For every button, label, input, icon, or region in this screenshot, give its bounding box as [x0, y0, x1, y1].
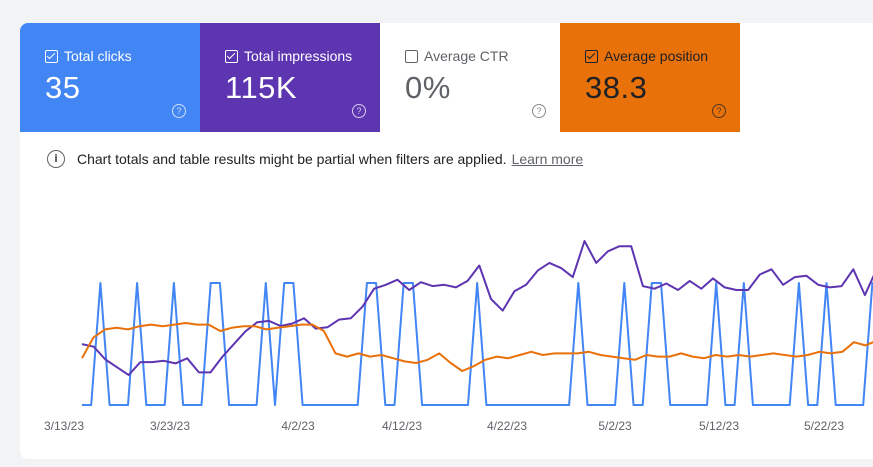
series-line-impressions: [81, 240, 873, 376]
performance-chart: 3/13/23 3/23/23 4/2/23 4/12/23 4/22/23 5/2/23…: [44, 240, 873, 433]
performance-card: Total clicks 35 ? Total impressions 115K…: [20, 23, 873, 459]
x-tick-label: 4/22/23: [487, 419, 527, 433]
series-line-position: [81, 322, 873, 372]
x-tick-label: 4/12/23: [382, 419, 422, 433]
x-tick-label: 5/12/23: [699, 419, 739, 433]
x-tick-label: 5/2/23: [598, 419, 632, 433]
x-tick-label: 4/2/23: [281, 419, 315, 433]
x-tick-label: 3/23/23: [150, 419, 190, 433]
x-tick-label: 5/22/23: [804, 419, 844, 433]
x-tick-label: 3/13/23: [44, 419, 84, 433]
series-line-clicks: [82, 282, 873, 406]
